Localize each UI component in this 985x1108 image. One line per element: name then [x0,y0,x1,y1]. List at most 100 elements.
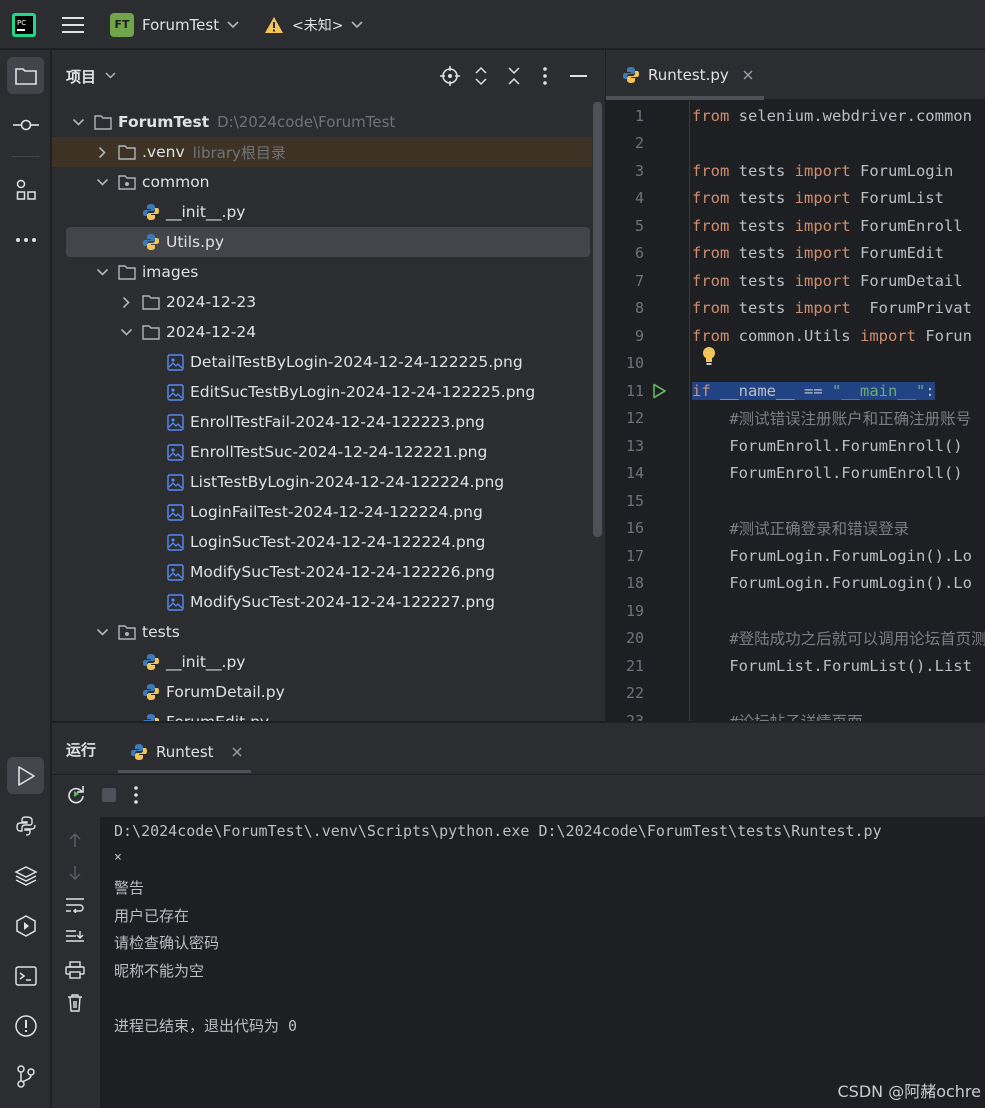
code-line[interactable]: 16 #测试正确登录和错误登录 [606,515,985,543]
code-token: ForumEnroll.ForumEnroll() [692,436,963,455]
chevron-right-icon[interactable] [118,294,134,310]
main-menu-icon[interactable] [62,0,84,49]
tree-file-item[interactable]: LoginSucTest-2024-12-24-122224.png [52,527,592,557]
code-line[interactable]: 17 ForumLogin.ForumLogin().Lo [606,542,985,570]
chevron-down-icon[interactable] [70,114,86,130]
rerun-icon[interactable] [66,784,86,808]
trash-icon[interactable] [64,992,86,1014]
tree-file-item[interactable]: DetailTestByLogin-2024-12-24-122225.png [52,347,592,377]
expand-all-icon[interactable] [474,66,488,86]
scroll-to-end-icon[interactable] [64,926,86,948]
code-line[interactable]: 11 if __name__ == "__main__": [606,377,985,405]
tree-folder-item[interactable]: common [52,167,592,197]
code-token: common.Utils [729,326,860,345]
pycharm-logo-icon[interactable]: PC [12,0,36,49]
project-tool-button[interactable] [7,57,44,94]
chevron-right-icon[interactable] [94,144,110,160]
options-icon[interactable] [543,67,547,85]
vcs-widget[interactable]: <未知> [264,0,364,49]
terminal-button[interactable] [7,957,44,994]
tree-folder-item[interactable]: .venv library根目录 [52,137,592,167]
code-line[interactable]: 8 from tests import ForumPrivat [606,295,985,323]
code-line[interactable]: 23 #论坛帖子详情页面 [606,707,985,721]
code-token: ForumLogin [850,161,954,180]
tree-file-item[interactable]: __init__.py [52,647,592,677]
code-line[interactable]: 6 from tests import ForumEdit [606,240,985,268]
close-icon[interactable] [743,70,753,80]
code-line[interactable]: 12 #测试错误注册账户和正确注册账号 [606,405,985,433]
tree-item-label: images [142,263,199,281]
code-line[interactable]: 9 from common.Utils import Forun [606,322,985,350]
scroll-up-icon[interactable] [64,829,86,851]
tree-file-item[interactable]: LoginFailTest-2024-12-24-122224.png [52,497,592,527]
tree-scrollbar[interactable] [593,102,602,537]
code-text: from tests import ForumEdit [692,244,944,262]
code-line[interactable]: 2 [606,130,985,158]
code-area[interactable]: 1 from selenium.webdriver.common 2 3 from te… [606,102,985,721]
tree-folder-item[interactable]: 2024-12-24 [52,317,592,347]
code-line[interactable]: 10 [606,350,985,378]
git-button[interactable] [7,1057,44,1094]
commit-tool-button[interactable] [7,106,44,143]
options-icon[interactable] [134,786,138,808]
code-line[interactable]: 13 ForumEnroll.ForumEnroll() [606,432,985,460]
code-line[interactable]: 22 [606,680,985,708]
chevron-down-icon[interactable] [94,624,110,640]
run-tool-button[interactable] [7,757,44,794]
python-packages-button[interactable] [7,857,44,894]
code-line[interactable]: 15 [606,487,985,515]
stop-icon[interactable] [102,788,116,802]
tree-file-item[interactable]: EnrollTestFail-2024-12-24-122223.png [52,407,592,437]
chevron-down-icon[interactable] [94,174,110,190]
chevron-down-icon[interactable] [94,264,110,280]
code-line[interactable]: 21 ForumList.ForumList().List [606,652,985,680]
code-line[interactable]: 4 from tests import ForumList [606,185,985,213]
code-line[interactable]: 20 #登陆成功之后就可以调用论坛首页测 [606,625,985,653]
tree-file-item[interactable]: __init__.py [52,197,592,227]
tree-file-item[interactable]: Utils.py [66,227,590,257]
code-line[interactable]: 7 from tests import ForumDetail [606,267,985,295]
tree-file-item[interactable]: ModifySucTest-2024-12-24-122226.png [52,557,592,587]
structure-tool-button[interactable] [7,171,44,208]
code-token: Forun [915,326,972,345]
run-tab-runtest[interactable]: Runtest [118,730,254,774]
tree-file-item[interactable]: ListTestByLogin-2024-12-24-122224.png [52,467,592,497]
chevron-down-icon[interactable] [105,72,116,80]
code-line[interactable]: 5 from tests import ForumEnroll [606,212,985,240]
print-icon[interactable] [64,959,86,981]
code-line[interactable]: 14 ForumEnroll.ForumEnroll() [606,460,985,488]
services-button[interactable] [7,907,44,944]
tree-file-item[interactable]: ForumEdit.py [52,707,592,721]
tree-folder-item[interactable]: tests [52,617,592,647]
console-output[interactable]: D:\2024code\ForumTest\.venv\Scripts\pyth… [100,817,985,1108]
collapse-all-icon[interactable] [507,66,521,86]
project-panel-title[interactable]: 项目 [66,66,96,87]
soft-wrap-icon[interactable] [64,894,86,916]
code-line[interactable]: 1 from selenium.webdriver.common [606,102,985,130]
tree-file-item[interactable]: ModifySucTest-2024-12-24-122227.png [52,587,592,617]
project-switcher[interactable]: FT ForumTest [110,0,239,49]
python-console-button[interactable] [7,807,44,844]
hide-panel-icon[interactable] [570,74,587,78]
locate-icon[interactable] [440,66,460,86]
tree-folder-item[interactable]: 2024-12-23 [52,287,592,317]
chevron-down-icon[interactable] [118,324,134,340]
code-token: ForumList [850,189,944,208]
lightbulb-icon[interactable] [701,346,717,370]
more-tools-button[interactable] [7,221,44,258]
code-line[interactable]: 19 [606,597,985,625]
tab-runtest[interactable]: Runtest.py [606,50,766,100]
tree-folder-item[interactable]: ForumTest D:\2024code\ForumTest [52,107,592,137]
scroll-down-icon[interactable] [64,862,86,884]
close-icon[interactable] [232,747,242,757]
code-line[interactable]: 3 from tests import ForumLogin [606,157,985,185]
tree-file-item[interactable]: EditSucTestByLogin-2024-12-24-122225.png [52,377,592,407]
problems-button[interactable] [7,1007,44,1044]
code-text: #论坛帖子详情页面 [692,710,862,721]
tree-folder-item[interactable]: images [52,257,592,287]
run-gutter-icon[interactable] [652,383,666,403]
tree-file-item[interactable]: ForumDetail.py [52,677,592,707]
tree-file-item[interactable]: EnrollTestSuc-2024-12-24-122221.png [52,437,592,467]
code-line[interactable]: 18 ForumLogin.ForumLogin().Lo [606,570,985,598]
code-text: from tests import ForumLogin [692,162,953,180]
